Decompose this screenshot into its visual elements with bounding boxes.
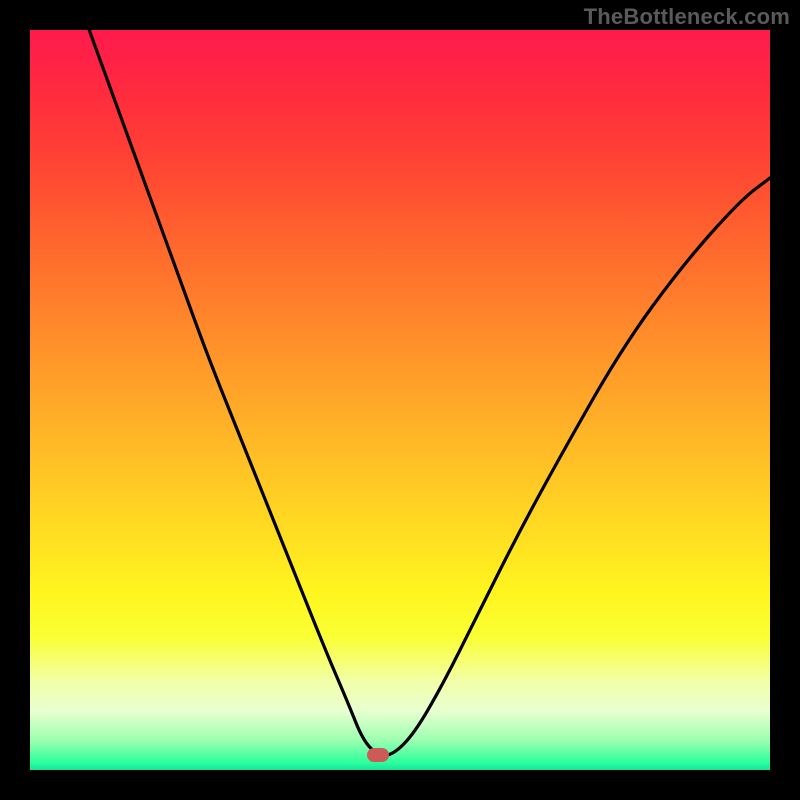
chart-frame: TheBottleneck.com [0,0,800,800]
plot-area [30,30,770,770]
curve-svg [30,30,770,770]
vertex-marker [367,748,389,762]
bottleneck-curve [89,30,770,755]
watermark-text: TheBottleneck.com [584,4,790,30]
